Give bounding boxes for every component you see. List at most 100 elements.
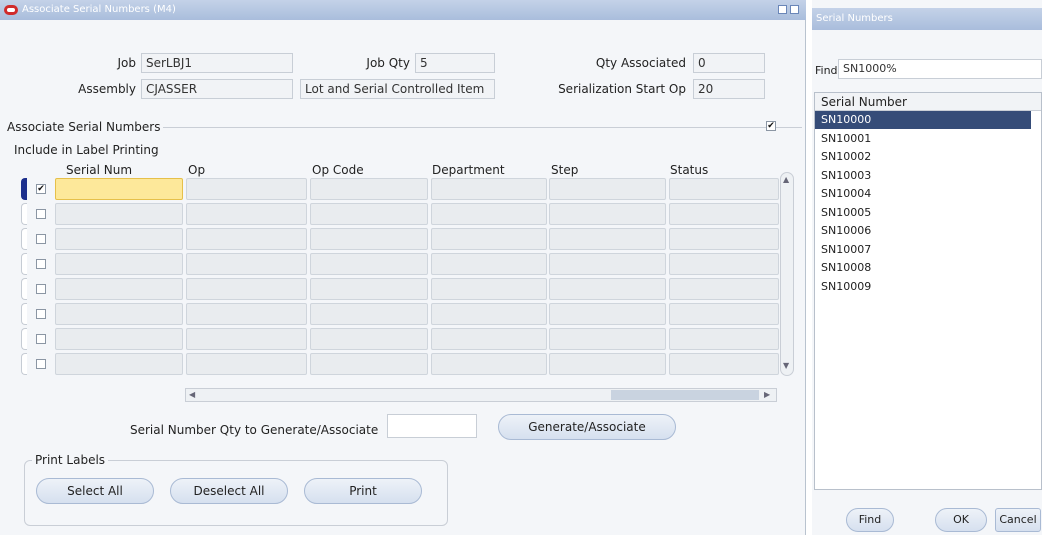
main-title-bar[interactable]: Associate Serial Numbers (M4): [0, 0, 806, 20]
scroll-thumb[interactable]: [611, 390, 759, 400]
status-cell[interactable]: [669, 278, 779, 300]
find-button[interactable]: Find: [846, 508, 894, 532]
include-checkbox[interactable]: [36, 284, 46, 294]
assembly-field[interactable]: CJASSER: [141, 79, 293, 99]
step-cell[interactable]: [549, 328, 666, 350]
scroll-down-icon[interactable]: ▼: [783, 361, 789, 370]
step-cell[interactable]: [549, 178, 666, 200]
minimize-icon[interactable]: [778, 5, 787, 14]
status-cell[interactable]: [669, 328, 779, 350]
op-code-cell[interactable]: [310, 253, 428, 275]
row-indicator[interactable]: [21, 178, 27, 200]
step-cell[interactable]: [549, 278, 666, 300]
step-cell[interactable]: [549, 203, 666, 225]
ok-button[interactable]: OK: [935, 508, 987, 532]
generate-qty-input[interactable]: [387, 414, 477, 438]
include-checkbox[interactable]: [36, 334, 46, 344]
serial-num-cell[interactable]: [55, 228, 183, 250]
serialization-start-op-field[interactable]: 20: [693, 79, 765, 99]
list-item[interactable]: SN10001: [815, 130, 1031, 148]
op-cell[interactable]: [186, 178, 307, 200]
op-cell[interactable]: [186, 253, 307, 275]
op-code-cell[interactable]: [310, 203, 428, 225]
cancel-button[interactable]: Cancel: [995, 508, 1041, 532]
status-cell[interactable]: [669, 253, 779, 275]
department-cell[interactable]: [431, 178, 547, 200]
serial-num-cell[interactable]: [55, 203, 183, 225]
op-code-cell[interactable]: [310, 303, 428, 325]
include-checkbox[interactable]: [36, 259, 46, 269]
deselect-all-button[interactable]: Deselect All: [170, 478, 288, 504]
serial-title-bar[interactable]: Serial Numbers: [812, 8, 1042, 30]
step-cell[interactable]: [549, 353, 666, 375]
include-checkbox[interactable]: [36, 209, 46, 219]
maximize-icon[interactable]: [790, 5, 799, 14]
department-cell[interactable]: [431, 203, 547, 225]
step-cell[interactable]: [549, 253, 666, 275]
find-input[interactable]: SN1000%: [838, 59, 1042, 79]
department-cell[interactable]: [431, 303, 547, 325]
step-cell[interactable]: [549, 228, 666, 250]
department-cell[interactable]: [431, 228, 547, 250]
qty-associated-field[interactable]: 0: [693, 53, 765, 73]
job-qty-field[interactable]: 5: [415, 53, 495, 73]
op-code-cell[interactable]: [310, 228, 428, 250]
list-item[interactable]: SN10009: [815, 278, 1031, 296]
department-cell[interactable]: [431, 278, 547, 300]
op-cell[interactable]: [186, 228, 307, 250]
op-code-cell[interactable]: [310, 353, 428, 375]
op-cell[interactable]: [186, 303, 307, 325]
serial-num-cell[interactable]: [55, 303, 183, 325]
department-cell[interactable]: [431, 253, 547, 275]
op-cell[interactable]: [186, 328, 307, 350]
op-code-cell[interactable]: [310, 278, 428, 300]
row-indicator[interactable]: [21, 303, 27, 325]
row-indicator[interactable]: [21, 328, 27, 350]
job-field[interactable]: SerLBJ1: [141, 53, 293, 73]
include-checkbox[interactable]: [36, 234, 46, 244]
assembly-description-field[interactable]: Lot and Serial Controlled Item: [300, 79, 495, 99]
op-code-cell[interactable]: [310, 328, 428, 350]
step-cell[interactable]: [549, 303, 666, 325]
scroll-left-icon[interactable]: ◀: [189, 390, 195, 399]
list-item[interactable]: SN10004: [815, 185, 1031, 203]
op-cell[interactable]: [186, 278, 307, 300]
op-cell[interactable]: [186, 353, 307, 375]
print-button[interactable]: Print: [304, 478, 422, 504]
list-item[interactable]: SN10007: [815, 241, 1031, 259]
list-item[interactable]: SN10006: [815, 222, 1031, 240]
status-cell[interactable]: [669, 303, 779, 325]
row-indicator[interactable]: [21, 228, 27, 250]
include-checkbox[interactable]: [36, 359, 46, 369]
horizontal-scrollbar[interactable]: ◀ ▶: [185, 388, 777, 402]
list-item[interactable]: SN10003: [815, 167, 1031, 185]
include-checkbox[interactable]: [36, 309, 46, 319]
section-checkbox[interactable]: ✔: [766, 121, 776, 131]
list-item[interactable]: SN10005: [815, 204, 1031, 222]
list-item[interactable]: SN10000: [815, 111, 1031, 129]
serial-num-cell[interactable]: [55, 328, 183, 350]
include-checkbox[interactable]: ✔: [36, 184, 46, 194]
vertical-scrollbar[interactable]: ▲ ▼: [780, 172, 794, 376]
row-indicator[interactable]: [21, 203, 27, 225]
serial-num-cell[interactable]: [55, 278, 183, 300]
row-indicator[interactable]: [21, 278, 27, 300]
status-cell[interactable]: [669, 178, 779, 200]
scroll-up-icon[interactable]: ▲: [783, 175, 789, 184]
status-cell[interactable]: [669, 228, 779, 250]
serial-num-cell[interactable]: [55, 353, 183, 375]
list-item[interactable]: SN10002: [815, 148, 1031, 166]
select-all-button[interactable]: Select All: [36, 478, 154, 504]
serial-num-cell[interactable]: [55, 178, 183, 200]
row-indicator[interactable]: [21, 353, 27, 375]
generate-associate-button[interactable]: Generate/Associate: [498, 414, 676, 440]
op-cell[interactable]: [186, 203, 307, 225]
list-item[interactable]: SN10008: [815, 259, 1031, 277]
serial-num-cell[interactable]: [55, 253, 183, 275]
department-cell[interactable]: [431, 328, 547, 350]
scroll-right-icon[interactable]: ▶: [764, 390, 770, 399]
op-code-cell[interactable]: [310, 178, 428, 200]
department-cell[interactable]: [431, 353, 547, 375]
row-indicator[interactable]: [21, 253, 27, 275]
status-cell[interactable]: [669, 353, 779, 375]
